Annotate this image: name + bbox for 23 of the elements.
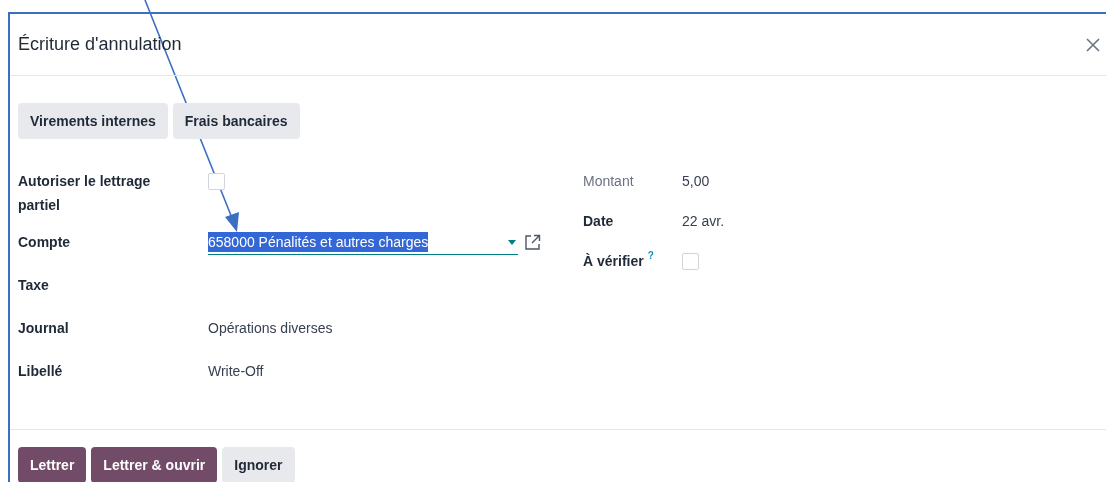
primary-button[interactable]: Lettrer [18,447,87,482]
checkbox[interactable] [208,173,225,190]
field-value: Opérations diverses [208,320,333,336]
action-button[interactable]: Frais bancaires [172,103,300,139]
field-label: À vérifier [583,252,644,271]
close-icon[interactable] [1086,37,1100,52]
field-label: Compte [18,233,71,252]
field-label: Date [583,212,614,231]
field-value: 22 avr. [682,213,725,229]
external-link-icon[interactable] [524,234,541,251]
action-button[interactable]: Virements internes [18,103,168,139]
field-label: Autoriser le lettrage partiel [18,172,152,215]
action-button[interactable]: Ignorer [222,447,295,482]
field-value: Write-Off [208,363,264,379]
primary-button[interactable]: Lettrer & ouvrir [91,447,218,482]
field-value: 5,00 [682,173,710,189]
caret-icon[interactable] [508,239,516,245]
checkbox[interactable] [682,253,699,270]
help-tooltip-link[interactable]: ? [647,249,654,263]
field-label: Taxe [18,276,49,295]
field-label: Libellé [18,362,63,381]
field-label: Journal [18,319,69,338]
field-label: Montant [583,172,634,191]
